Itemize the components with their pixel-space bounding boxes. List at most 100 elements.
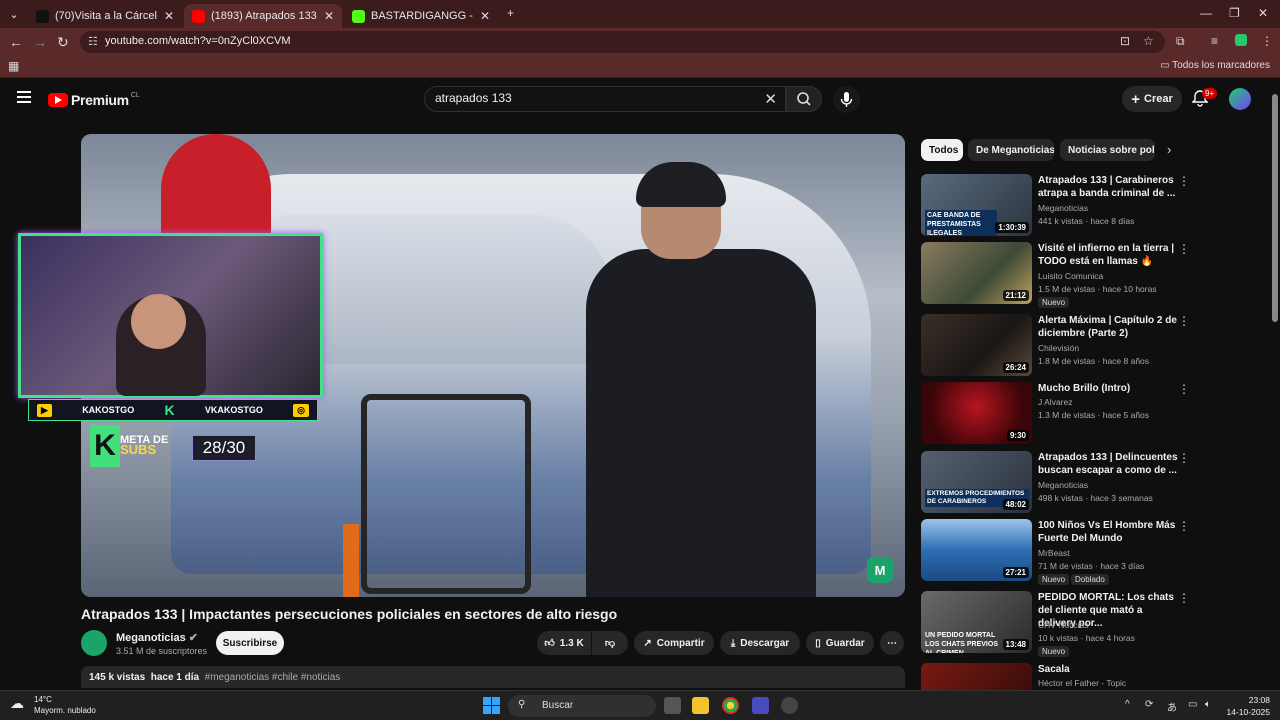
voice-search-button[interactable] <box>833 86 860 113</box>
forward-icon[interactable]: → <box>33 34 47 50</box>
task-view-icon[interactable] <box>664 697 681 714</box>
recommendation-item[interactable]: EXTREMOS PROCEDIMIENTOS DE CARABINEROS 4… <box>921 451 1190 513</box>
omnibox[interactable]: ☷ youtube.com/watch?v=0nZyCl0XCVM ⊡ ☆ <box>80 31 1165 53</box>
media-icon[interactable]: ≡ <box>1211 34 1218 48</box>
close-icon[interactable]: ✕ <box>480 9 490 23</box>
video-thumbnail[interactable] <box>921 663 1032 690</box>
page-scrollbar[interactable] <box>1271 80 1280 690</box>
volume-icon[interactable]: 🔈︎ <box>1205 699 1211 710</box>
subscribe-button[interactable]: Suscribirse <box>216 631 284 655</box>
weather-widget[interactable]: ☁ 14°C Mayorm. nublado <box>10 695 96 715</box>
bookmark-star-icon[interactable]: ☆ <box>1143 34 1154 48</box>
app-icon[interactable] <box>781 697 798 714</box>
menu-kebab-icon[interactable]: ⋮ <box>1261 34 1273 48</box>
recommendation-item[interactable]: UN PEDIDO MORTAL LOS CHATS PREVIOS AL CR… <box>921 591 1190 657</box>
tiktok-icon <box>36 9 49 23</box>
search-input[interactable] <box>435 91 735 105</box>
more-vertical-icon[interactable]: ⋮ <box>1178 451 1190 465</box>
create-button[interactable]: + Crear <box>1122 86 1182 112</box>
search-icon: ⚲ <box>518 699 526 710</box>
site-info-icon[interactable]: ☷ <box>88 35 98 48</box>
channel-avatar[interactable] <box>81 630 107 656</box>
video-thumbnail[interactable]: 9:30 <box>921 382 1032 444</box>
address-toolbar: ← → ↻ ☷ youtube.com/watch?v=0nZyCl0XCVM … <box>0 28 1280 56</box>
chrome-icon[interactable] <box>722 697 739 714</box>
account-avatar[interactable] <box>1229 88 1251 110</box>
recommendation-item[interactable]: 21:12 Visité el infierno en la tierra | … <box>921 242 1190 308</box>
save-button[interactable]: ▯ Guardar <box>806 631 874 655</box>
chip-from-channel[interactable]: De Meganoticias <box>968 139 1054 161</box>
taskbar-search[interactable]: ⚲ Buscar <box>508 695 656 717</box>
youtube-logo[interactable]: Premium CL <box>48 92 140 108</box>
meganoticias-watermark-icon: M <box>867 557 893 583</box>
windows-taskbar: ☁ 14°C Mayorm. nublado ⚲ Buscar ^ ⟳ あ ▭ … <box>0 690 1280 720</box>
plus-icon: + <box>1131 90 1140 108</box>
close-icon[interactable]: ✕ <box>164 9 174 23</box>
thumbs-down-icon: 👎︎ <box>604 638 616 649</box>
share-button[interactable]: ↗ Compartir <box>634 631 714 655</box>
more-vertical-icon[interactable]: ⋮ <box>1178 519 1190 533</box>
clear-search-icon[interactable]: ✕ <box>764 90 777 108</box>
search-box[interactable]: ✕ <box>424 86 786 112</box>
more-actions-button[interactable]: ⋯ <box>880 631 904 655</box>
dislike-button[interactable]: 👎︎ <box>592 631 628 655</box>
start-button[interactable] <box>483 697 500 714</box>
more-vertical-icon[interactable]: ⋮ <box>1178 242 1190 256</box>
recommendation-item[interactable]: 9:30 Mucho Brillo (Intro) J Alvarez 1.3 … <box>921 382 1190 444</box>
more-vertical-icon[interactable]: ⋮ <box>1178 382 1190 396</box>
file-explorer-icon[interactable] <box>692 697 709 714</box>
chevron-right-icon[interactable]: › <box>1167 142 1171 157</box>
back-icon[interactable]: ← <box>9 34 23 50</box>
microphone-icon <box>840 92 853 107</box>
tab-kick-clip[interactable]: BASTARDIGANGG - Watch clip ✕ <box>344 4 498 28</box>
search-button[interactable] <box>786 86 822 112</box>
restore-button[interactable]: ❐ <box>1229 6 1240 20</box>
description-box[interactable]: 145 k vistas hace 1 día #meganoticias #c… <box>81 666 905 688</box>
video-thumbnail[interactable]: UN PEDIDO MORTAL LOS CHATS PREVIOS AL CR… <box>921 591 1032 653</box>
install-app-icon[interactable]: ⊡ <box>1120 34 1130 48</box>
browser-tab-strip: ⌄ (70)Visita a la Cárcel de Pal ✕ (1893)… <box>0 0 1280 28</box>
download-button[interactable]: ⤓ Descargar <box>720 631 800 655</box>
video-thumbnail[interactable]: 27:21 <box>921 519 1032 581</box>
reload-icon[interactable]: ↻ <box>57 34 69 51</box>
chip-news-politics[interactable]: Noticias sobre politi <box>1060 139 1155 161</box>
video-title: Atrapados 133 | Impactantes persecucione… <box>81 606 618 622</box>
window-close-button[interactable]: ✕ <box>1258 6 1268 20</box>
all-bookmarks-link[interactable]: ▭ Todos los marcadores <box>1160 60 1270 71</box>
recommendation-item[interactable]: CAE BANDA DE PRESTAMISTAS ILEGALES 1:30:… <box>921 174 1190 236</box>
app-icon[interactable] <box>752 697 769 714</box>
video-thumbnail[interactable]: 21:12 <box>921 242 1032 304</box>
minimize-button[interactable]: — <box>1200 6 1212 20</box>
recommendation-item[interactable]: Sacala Héctor el Father - Topic ⋮ <box>921 663 1183 690</box>
close-icon[interactable]: ✕ <box>324 9 334 23</box>
url-text[interactable]: youtube.com/watch?v=0nZyCl0XCVM <box>105 35 291 47</box>
apps-grid-icon[interactable]: ▦ <box>8 59 19 73</box>
chevron-up-icon[interactable]: ^ <box>1125 699 1130 710</box>
chip-all[interactable]: Todos <box>921 139 963 161</box>
channel-name[interactable]: Meganoticias ✔ <box>116 631 198 644</box>
extensions-icon[interactable]: ⧉ <box>1176 34 1185 49</box>
more-vertical-icon[interactable]: ⋮ <box>1178 663 1183 677</box>
profile-icon[interactable] <box>1235 34 1247 46</box>
language-icon[interactable]: あ <box>1167 699 1177 714</box>
new-tab-button[interactable]: + <box>507 6 514 20</box>
tab-cárcel[interactable]: (70)Visita a la Cárcel de Pal ✕ <box>28 4 182 28</box>
video-thumbnail[interactable]: CAE BANDA DE PRESTAMISTAS ILEGALES 1:30:… <box>921 174 1032 236</box>
sync-icon[interactable]: ⟳ <box>1145 699 1153 710</box>
recommendation-item[interactable]: 26:24 Alerta Máxima | Capítulo 2 de dici… <box>921 314 1190 376</box>
recommendation-item[interactable]: 27:21 100 Niños Vs El Hombre Más Fuerte … <box>921 519 1190 585</box>
network-icon[interactable]: ▭ <box>1188 699 1197 710</box>
tab-youtube-video[interactable]: (1893) Atrapados 133 | Impacta ✕ <box>184 4 342 28</box>
more-vertical-icon[interactable]: ⋮ <box>1178 174 1190 188</box>
menu-hamburger-icon[interactable] <box>17 91 31 103</box>
video-thumbnail[interactable]: 26:24 <box>921 314 1032 376</box>
tab-search-button[interactable]: ⌄ <box>6 7 22 21</box>
kick-icon <box>352 9 365 23</box>
bookmarks-bar: ▦ ▭ Todos los marcadores <box>0 56 1280 78</box>
system-clock[interactable]: 23:08 14-10-2025 <box>1227 694 1270 718</box>
video-thumbnail[interactable]: EXTREMOS PROCEDIMIENTOS DE CARABINEROS 4… <box>921 451 1032 513</box>
verified-icon: ✔ <box>188 632 198 644</box>
like-button[interactable]: 👍︎ 1.3 K <box>537 631 591 655</box>
more-vertical-icon[interactable]: ⋮ <box>1178 314 1190 328</box>
more-vertical-icon[interactable]: ⋮ <box>1178 591 1190 605</box>
